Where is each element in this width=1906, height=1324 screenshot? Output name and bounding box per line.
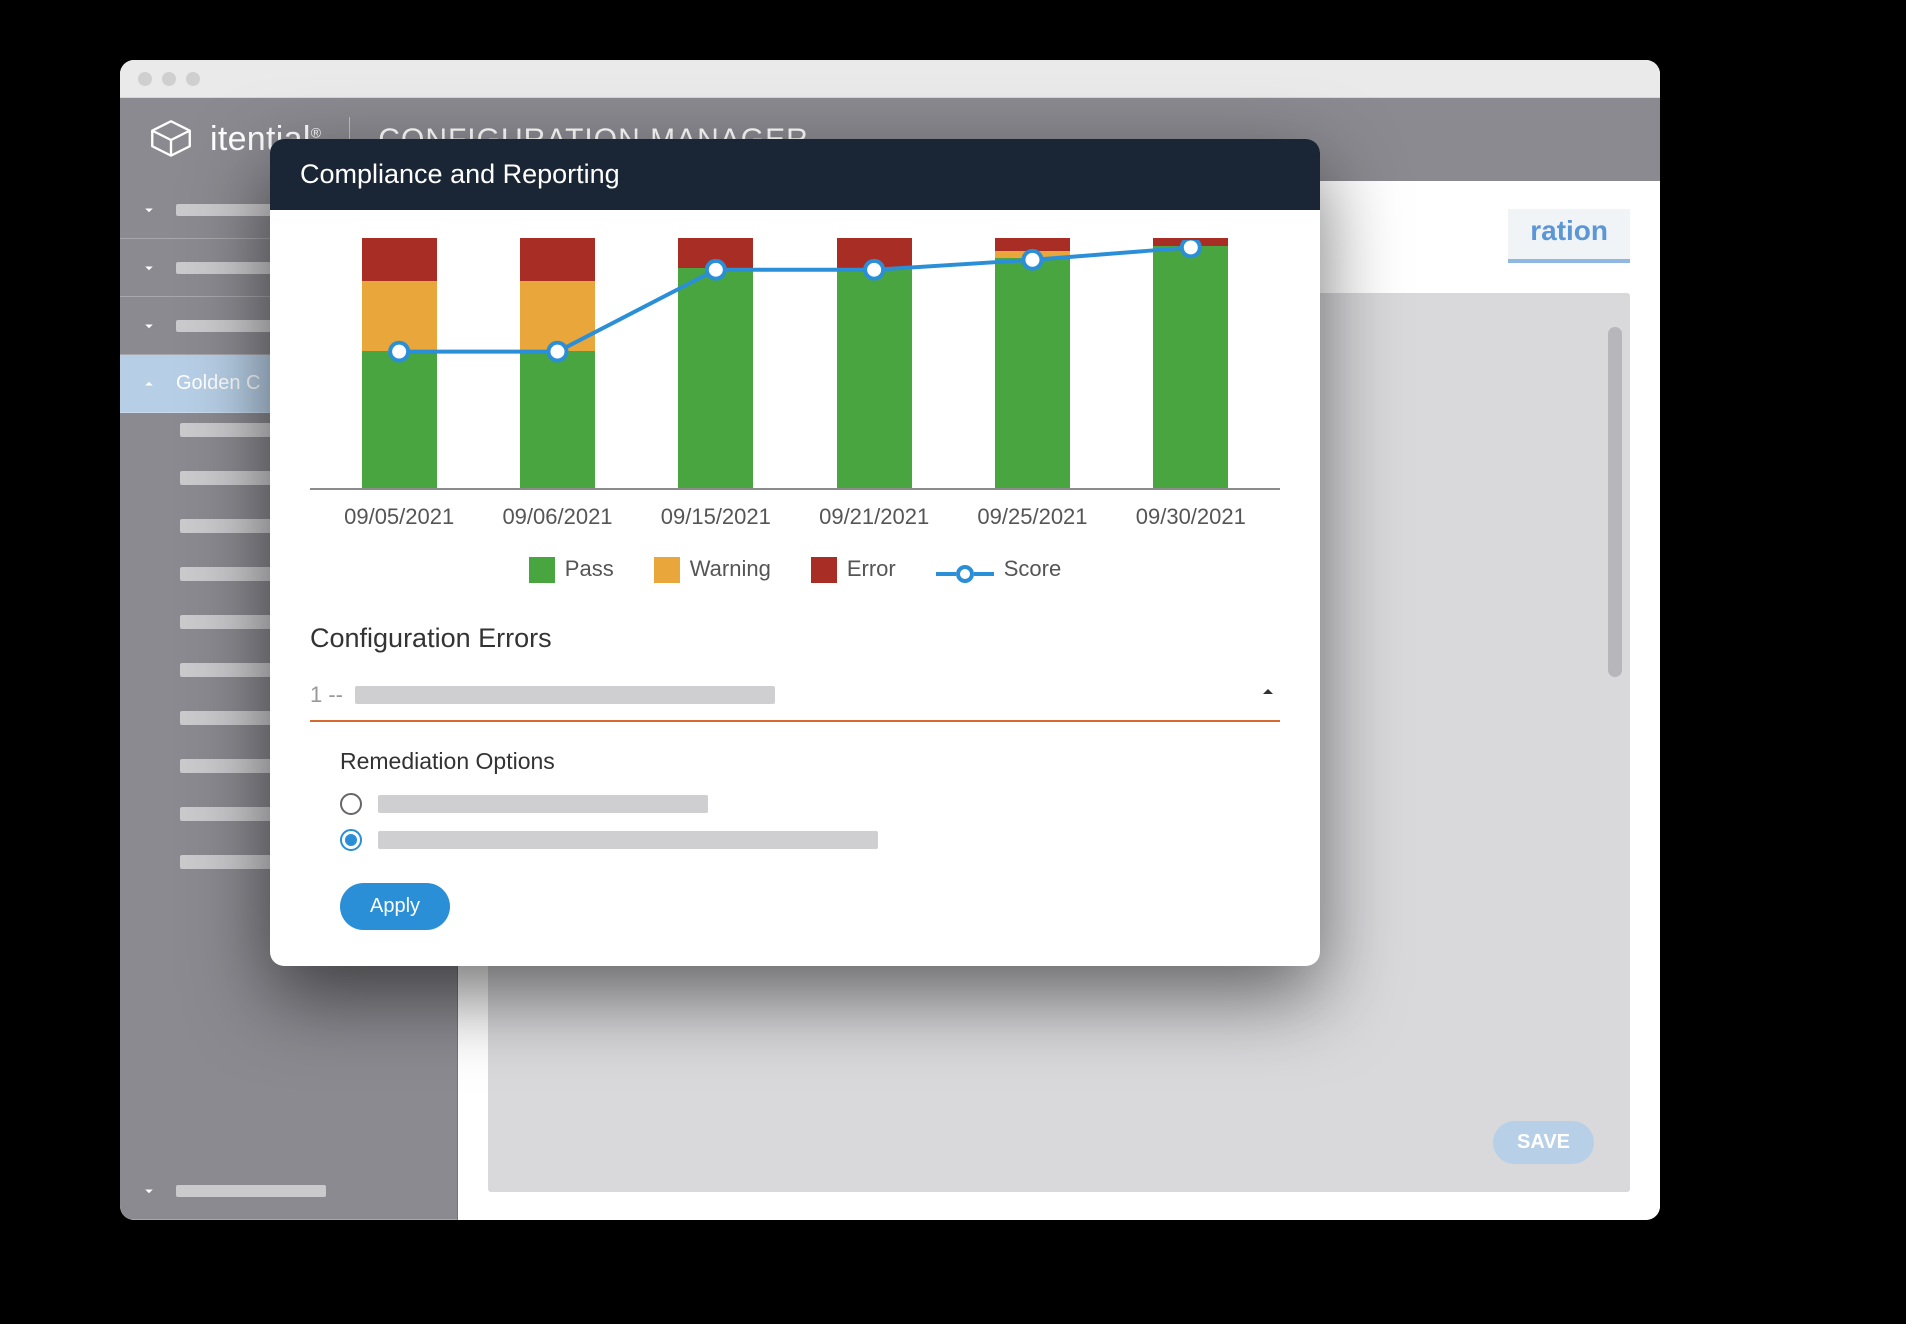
chevron-down-icon [138,259,160,277]
scrollbar-thumb[interactable] [1608,327,1622,677]
chart-bar [678,238,753,488]
chevron-down-icon [138,201,160,219]
chart-xaxis-label: 09/15/2021 [661,504,771,530]
remediation-option-2[interactable] [340,829,1280,851]
chevron-down-icon [138,317,160,335]
remediation-option-1[interactable] [340,793,1280,815]
chart-score-line [310,240,1280,488]
legend-label-warning: Warning [690,556,771,581]
chart-xaxis-label: 09/21/2021 [819,504,929,530]
chart-bar [995,238,1070,488]
apply-button[interactable]: Apply [340,883,450,930]
sidebar-item-label [176,1185,326,1197]
chevron-up-icon [1256,680,1280,710]
legend-swatch-pass [529,557,555,583]
error-row-prefix: 1 -- [310,682,343,708]
legend-score-icon [936,565,994,583]
traffic-light-zoom[interactable] [186,72,200,86]
chart-bar [520,238,595,488]
config-errors-title: Configuration Errors [310,623,1280,654]
remediation-option-label [378,795,708,813]
error-row-text [355,686,775,704]
traffic-light-close[interactable] [138,72,152,86]
config-error-row[interactable]: 1 -- [310,680,1280,722]
chart-xaxis-label: 09/30/2021 [1136,504,1246,530]
legend-label-score: Score [1004,556,1061,581]
apply-button-label: Apply [370,895,420,917]
sidebar-item-label: Golden C [176,372,261,395]
tab-label: ration [1530,215,1608,246]
sidebar-item[interactable] [120,1162,457,1220]
brand-logo-icon [146,115,196,165]
chevron-down-icon [138,1182,160,1200]
compliance-chart: 09/05/2021 09/06/2021 09/15/2021 09/21/2021… [310,240,1280,583]
chart-bar [837,238,912,488]
chart-bar [362,238,437,488]
radio-checked-icon[interactable] [340,829,362,851]
chevron-up-icon [138,375,160,393]
chart-xaxis-label: 09/05/2021 [344,504,454,530]
chart-xaxis-label: 09/25/2021 [977,504,1087,530]
save-button-label: SAVE [1517,1131,1570,1153]
legend-label-pass: Pass [565,556,614,581]
legend-swatch-error [811,557,837,583]
remediation-option-label [378,831,878,849]
modal-title: Compliance and Reporting [270,139,1320,210]
compliance-modal: Compliance and Reporting 09/05/2021 09/06… [270,139,1320,966]
save-button[interactable]: SAVE [1493,1121,1594,1164]
traffic-light-minimize[interactable] [162,72,176,86]
window-titlebar [120,60,1660,98]
legend-label-error: Error [847,556,896,581]
remediation-options: Remediation Options Apply [310,748,1280,930]
chart-legend: Pass Warning Error Score [310,556,1280,583]
remediation-title: Remediation Options [340,748,1280,775]
legend-swatch-warning [654,557,680,583]
chart-bar [1153,238,1228,488]
radio-unchecked-icon[interactable] [340,793,362,815]
chart-xaxis-label: 09/06/2021 [502,504,612,530]
tab-configuration[interactable]: ration [1508,209,1630,263]
